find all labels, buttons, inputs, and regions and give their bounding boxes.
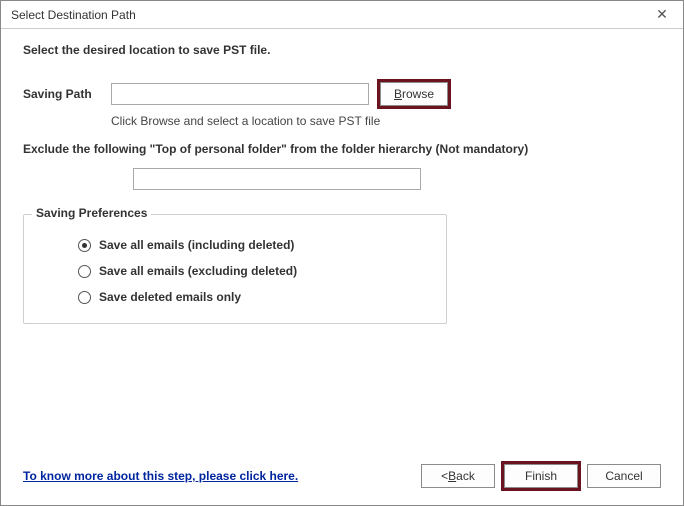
saving-path-row: Saving Path Browse <box>23 79 661 109</box>
footer: To know more about this step, please cli… <box>23 461 661 491</box>
help-link[interactable]: To know more about this step, please cli… <box>23 469 298 483</box>
radio-label[interactable]: Save all emails (excluding deleted) <box>99 264 297 278</box>
radio-icon[interactable] <box>78 239 91 252</box>
exclude-input[interactable] <box>133 168 421 190</box>
radio-dot <box>82 243 87 248</box>
saving-preferences-group: Saving Preferences Save all emails (incl… <box>23 214 447 324</box>
titlebar: Select Destination Path ✕ <box>1 1 683 29</box>
browse-highlight: Browse <box>377 79 451 109</box>
radio-icon[interactable] <box>78 291 91 304</box>
radio-option-exclude-deleted[interactable]: Save all emails (excluding deleted) <box>78 261 432 281</box>
radio-icon[interactable] <box>78 265 91 278</box>
content: Select the desired location to save PST … <box>1 29 683 505</box>
saving-path-input[interactable] <box>111 83 369 105</box>
saving-path-hint: Click Browse and select a location to sa… <box>111 114 661 128</box>
browse-button[interactable]: Browse <box>380 82 448 106</box>
page-instruction: Select the desired location to save PST … <box>23 43 661 57</box>
exclude-label: Exclude the following "Top of personal f… <box>23 142 661 156</box>
saving-path-label: Saving Path <box>23 87 111 101</box>
finish-highlight: Finish <box>501 461 581 491</box>
radio-option-include-deleted[interactable]: Save all emails (including deleted) <box>78 235 432 255</box>
window-title: Select Destination Path <box>11 8 136 22</box>
finish-button[interactable]: Finish <box>504 464 578 488</box>
radio-label[interactable]: Save deleted emails only <box>99 290 241 304</box>
nav-buttons: < Back Finish Cancel <box>421 461 661 491</box>
close-icon[interactable]: ✕ <box>647 3 677 27</box>
saving-preferences-legend: Saving Preferences <box>32 206 151 220</box>
radio-label[interactable]: Save all emails (including deleted) <box>99 238 294 252</box>
cancel-button[interactable]: Cancel <box>587 464 661 488</box>
radio-option-deleted-only[interactable]: Save deleted emails only <box>78 287 432 307</box>
back-button[interactable]: < Back <box>421 464 495 488</box>
